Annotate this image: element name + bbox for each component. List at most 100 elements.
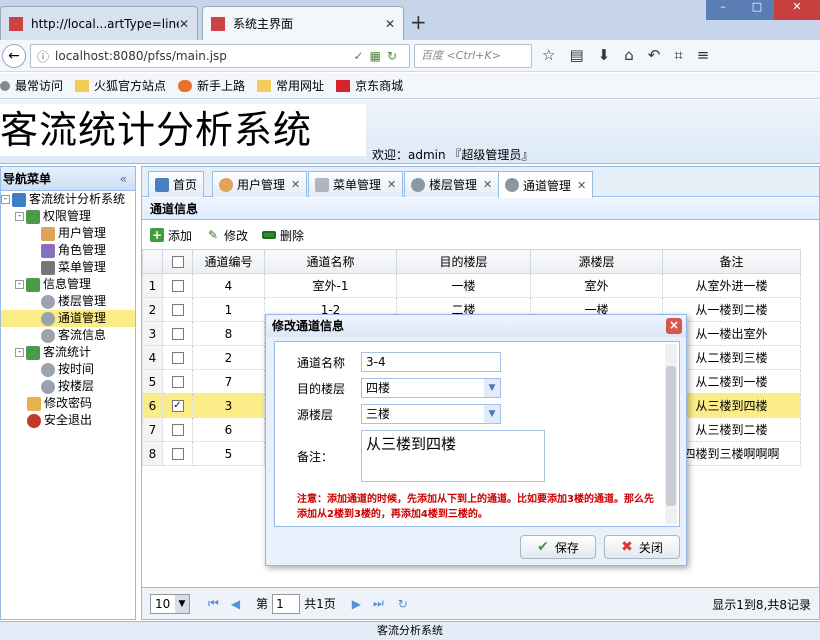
row-checkbox[interactable]: [171, 304, 184, 316]
next-page-icon[interactable]: ▶: [352, 597, 361, 611]
sidebar-item[interactable]: 修改密码: [1, 395, 135, 412]
bookmark-item[interactable]: 常用网址: [257, 77, 324, 94]
sidebar-item[interactable]: 按时间: [1, 361, 135, 378]
sidebar-item[interactable]: 菜单管理: [1, 259, 135, 276]
close-tab-icon[interactable]: ✕: [483, 178, 492, 191]
row-select-cell[interactable]: ✓: [162, 393, 193, 418]
column-header[interactable]: 目的楼层: [396, 249, 531, 274]
page-size-select[interactable]: 10 ▼: [150, 593, 190, 614]
tab-floor-management[interactable]: 楼层管理 ✕: [404, 171, 500, 197]
row-select-cell[interactable]: [162, 273, 193, 298]
delete-icon: [262, 231, 277, 239]
close-tab-icon[interactable]: ✕: [385, 17, 395, 31]
select-all-header[interactable]: [162, 249, 193, 274]
row-checkbox[interactable]: [171, 280, 184, 292]
sidebar-item[interactable]: - 客流统计分析系统: [1, 191, 135, 208]
column-header[interactable]: 源楼层: [530, 249, 663, 274]
browser-tab-chart[interactable]: http://local...artType=line ✕: [0, 6, 198, 40]
collapse-icon[interactable]: «: [120, 167, 127, 191]
row-select-cell[interactable]: [162, 369, 193, 394]
refresh-icon[interactable]: ↻: [398, 597, 408, 611]
bookmark-item[interactable]: 最常访问: [0, 77, 63, 94]
dest-floor-select[interactable]: 四楼 ▼: [361, 378, 501, 398]
sidebar-item[interactable]: - 信息管理: [1, 276, 135, 293]
dialog-header: 修改通道信息 ×: [266, 315, 686, 337]
row-select-cell[interactable]: [162, 417, 193, 442]
column-header[interactable]: 备注: [662, 249, 801, 274]
tab-channel-management[interactable]: 通道管理 ✕: [498, 171, 594, 198]
src-floor-select[interactable]: 三楼 ▼: [361, 404, 501, 424]
table-row[interactable]: 1 4 室外-1 一楼 室外 从室外进一楼: [142, 273, 801, 298]
tab-menu-management[interactable]: 菜单管理 ✕: [308, 171, 404, 197]
bookmark-item[interactable]: 火狐官方站点: [75, 77, 166, 94]
sidebar-item[interactable]: 通道管理: [1, 310, 135, 327]
row-checkbox[interactable]: [171, 352, 184, 364]
close-tab-icon[interactable]: ✕: [577, 179, 586, 192]
column-header[interactable]: 通道名称: [264, 249, 397, 274]
sidebar-item[interactable]: 楼层管理: [1, 293, 135, 310]
url-bar[interactable]: ⓘ localhost:8080/pfss/main.jsp ✓▦↻: [30, 44, 410, 68]
column-header[interactable]: 通道编号: [192, 249, 265, 274]
home-icon[interactable]: ⌂: [624, 46, 634, 64]
row-select-cell[interactable]: [162, 441, 193, 466]
new-tab-button[interactable]: +: [410, 10, 427, 34]
dialog-form: 通道名称 3-4 目的楼层 四楼 ▼ 源楼层 三楼 ▼ 备注： 从三楼到四楼 注…: [274, 341, 680, 527]
bookmark-item[interactable]: 新手上路: [178, 77, 245, 94]
bookmark-item[interactable]: 京东商城: [336, 77, 403, 94]
url-bar-icons[interactable]: ✓▦↻: [354, 49, 409, 63]
row-checkbox[interactable]: [171, 424, 184, 436]
edit-button[interactable]: ✎ 修改: [206, 227, 248, 244]
tree-toggle-icon[interactable]: -: [15, 348, 24, 357]
minimize-icon[interactable]: –: [706, 0, 740, 20]
back-button[interactable]: ←: [2, 44, 26, 68]
sidebar-item[interactable]: - 权限管理: [1, 208, 135, 225]
delete-button[interactable]: 删除: [262, 227, 304, 244]
tree-toggle-icon[interactable]: -: [15, 212, 24, 221]
row-select-cell[interactable]: [162, 345, 193, 370]
add-button[interactable]: + 添加: [150, 227, 192, 244]
row-select-cell[interactable]: [162, 321, 193, 346]
row-checkbox[interactable]: [171, 328, 184, 340]
close-tab-icon[interactable]: ✕: [179, 17, 189, 31]
sidebar-item[interactable]: 角色管理: [1, 242, 135, 259]
last-page-icon[interactable]: ⏭: [373, 596, 384, 611]
note-textarea[interactable]: 从三楼到四楼: [361, 430, 545, 482]
search-box[interactable]: 百度 <Ctrl+K>: [414, 44, 532, 68]
first-page-icon[interactable]: ⏮: [208, 596, 219, 611]
row-checkbox[interactable]: [171, 448, 184, 460]
browser-tab-main[interactable]: 系统主界面 ✕: [202, 6, 404, 40]
tree-toggle-icon[interactable]: -: [1, 195, 10, 204]
bookmark-star-icon[interactable]: ☆: [542, 46, 555, 64]
channel-name-input[interactable]: 3-4: [361, 352, 501, 372]
sidebar-item[interactable]: 用户管理: [1, 225, 135, 242]
dialog-close-icon[interactable]: ×: [666, 318, 682, 334]
close-button[interactable]: ✖ 关闭: [604, 535, 680, 559]
scrollbar-thumb[interactable]: [666, 366, 676, 506]
select-all-checkbox[interactable]: [171, 256, 184, 268]
row-checkbox[interactable]: [171, 376, 184, 388]
site-info-icon[interactable]: ⓘ: [37, 48, 49, 65]
close-tab-icon[interactable]: ✕: [387, 178, 396, 191]
window-close-icon[interactable]: ✕: [774, 0, 820, 20]
screenshot-icon[interactable]: ⌗: [674, 46, 682, 64]
sidebar-item[interactable]: 客流信息: [1, 327, 135, 344]
prev-page-icon[interactable]: ◀: [231, 597, 240, 611]
row-select-cell[interactable]: [162, 297, 193, 322]
page-number-input[interactable]: 1: [272, 593, 301, 614]
exit-icon: [27, 413, 41, 428]
dialog-scrollbar[interactable]: [665, 344, 677, 524]
reading-list-icon[interactable]: ▤: [569, 46, 583, 64]
menu-icon[interactable]: ≡: [697, 46, 710, 64]
sidebar-item[interactable]: - 客流统计: [1, 344, 135, 361]
tab-user-management[interactable]: 用户管理 ✕: [212, 171, 308, 197]
download-icon[interactable]: ⬇: [598, 46, 611, 64]
sidebar-item[interactable]: 按楼层: [1, 378, 135, 395]
undo-icon[interactable]: ↶: [648, 46, 661, 64]
sidebar-item[interactable]: 安全退出: [1, 412, 135, 429]
tree-toggle-icon[interactable]: -: [15, 280, 24, 289]
tab-home[interactable]: 首页: [148, 171, 205, 197]
close-tab-icon[interactable]: ✕: [291, 178, 300, 191]
row-checkbox[interactable]: ✓: [171, 400, 184, 412]
maximize-icon[interactable]: □: [740, 0, 774, 20]
save-button[interactable]: ✔ 保存: [520, 535, 596, 559]
